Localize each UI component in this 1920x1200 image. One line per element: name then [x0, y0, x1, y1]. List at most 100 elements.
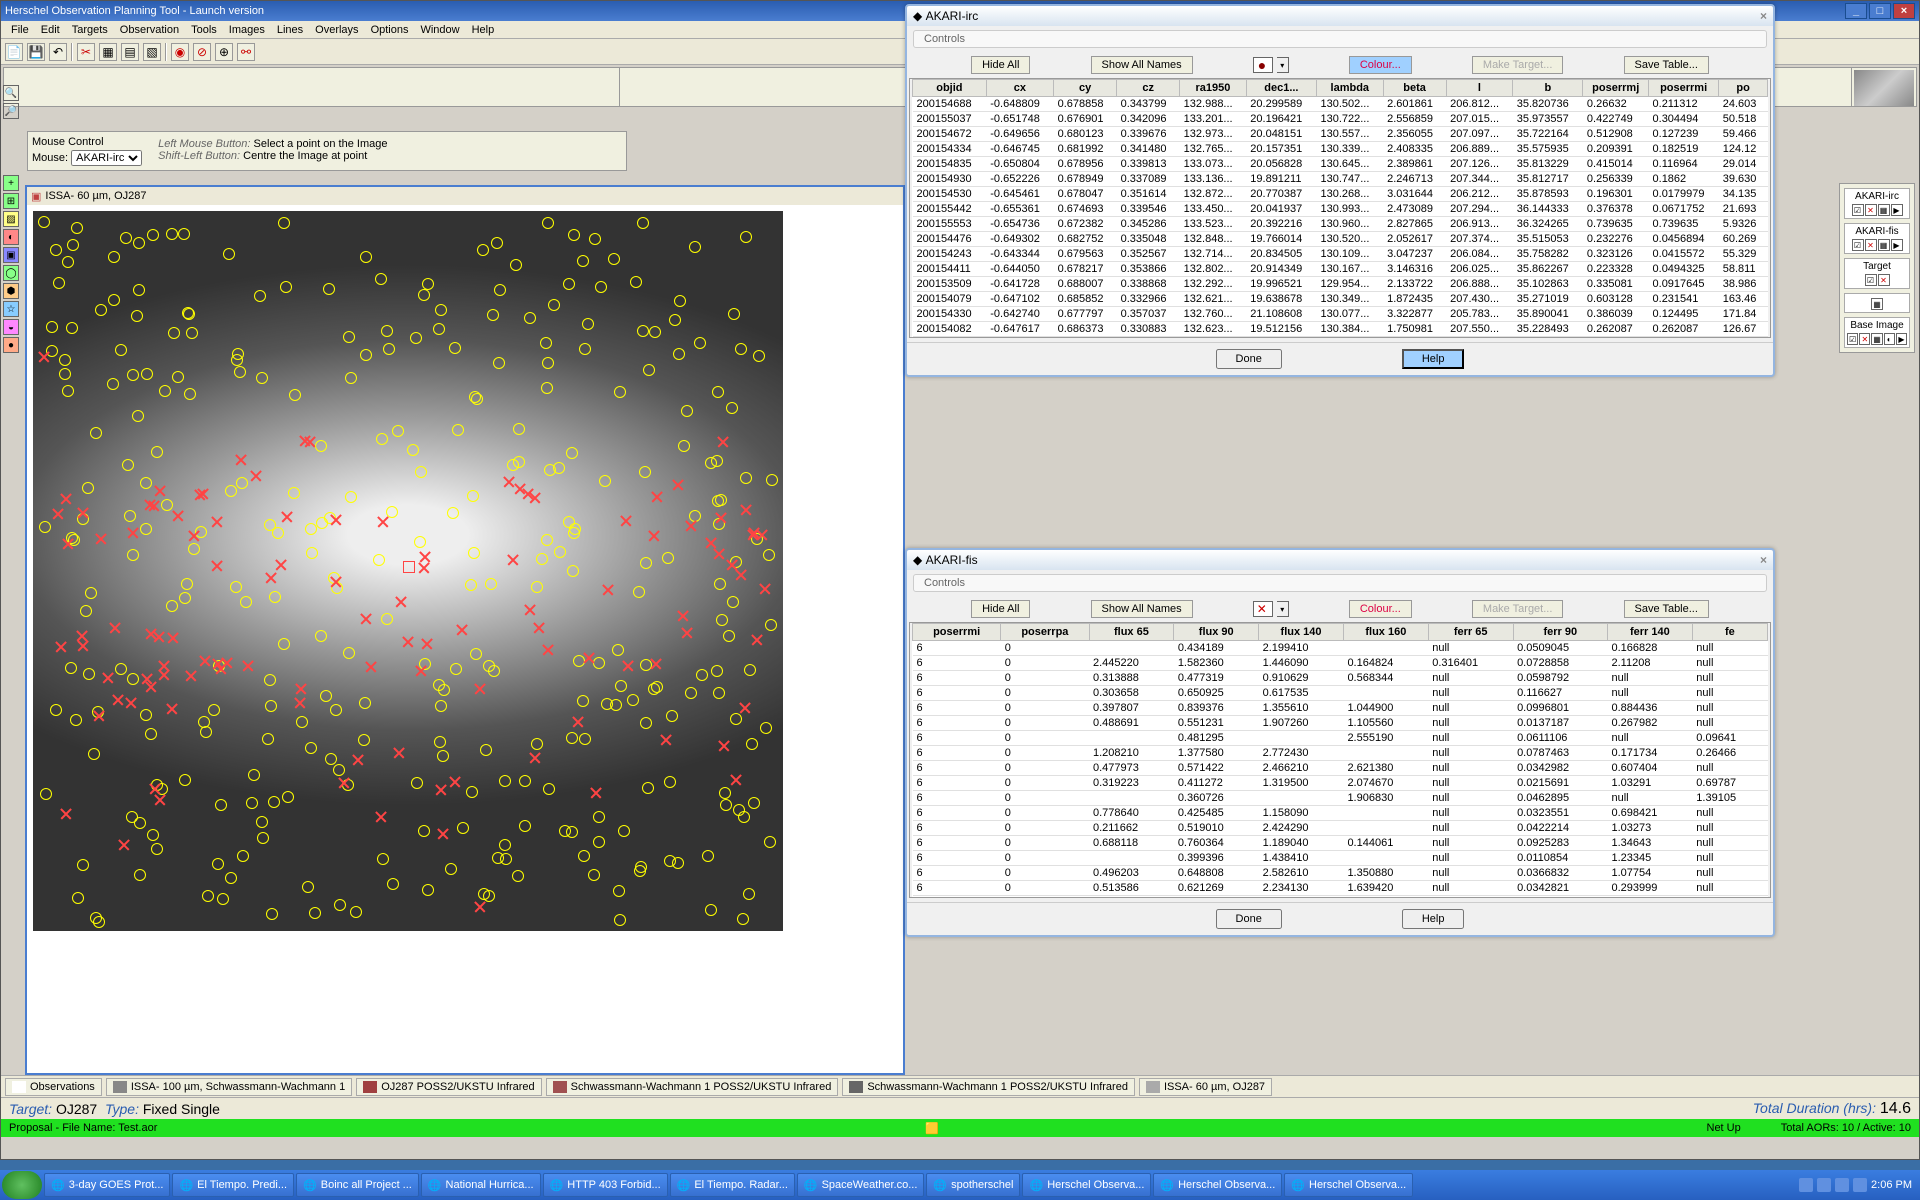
- source-marker[interactable]: [115, 663, 127, 675]
- table-row[interactable]: 200154530-0.6454610.6780470.351614132.87…: [913, 187, 1768, 202]
- menu-help[interactable]: Help: [466, 24, 501, 36]
- fis-done-button[interactable]: Done: [1216, 909, 1282, 929]
- save-table-button[interactable]: Save Table...: [1624, 56, 1709, 74]
- task-item-1[interactable]: 🌐El Tiempo. Predi...: [172, 1173, 294, 1197]
- tab-5[interactable]: ISSA- 60 µm, OJ287: [1139, 1078, 1272, 1096]
- source-marker[interactable]: [264, 674, 276, 686]
- source-marker[interactable]: [702, 850, 714, 862]
- source-marker[interactable]: [593, 811, 605, 823]
- target-icon[interactable]: ◉: [171, 43, 189, 61]
- source-marker[interactable]: [147, 229, 159, 241]
- source-marker[interactable]: [633, 586, 645, 598]
- source-marker[interactable]: [512, 870, 524, 882]
- table-row[interactable]: 601.2082101.3775802.772430null0.07874630…: [913, 746, 1768, 761]
- source-x-marker[interactable]: [418, 562, 430, 574]
- table-row[interactable]: 602.4452201.5823601.4460900.1648240.3164…: [913, 656, 1768, 671]
- source-x-marker[interactable]: [154, 485, 166, 497]
- source-x-marker[interactable]: [167, 632, 179, 644]
- source-marker[interactable]: [343, 331, 355, 343]
- source-marker[interactable]: [519, 775, 531, 787]
- source-marker[interactable]: [599, 475, 611, 487]
- source-x-marker[interactable]: [620, 515, 632, 527]
- source-marker[interactable]: [740, 231, 752, 243]
- source-x-marker[interactable]: [199, 655, 211, 667]
- source-x-marker[interactable]: [118, 839, 130, 851]
- table-row[interactable]: 600.5135860.6212692.2341301.639420null0.…: [913, 881, 1768, 896]
- source-marker[interactable]: [760, 722, 772, 734]
- source-x-marker[interactable]: [215, 663, 227, 675]
- source-marker[interactable]: [743, 888, 755, 900]
- table-row[interactable]: 200154930-0.6522260.6789490.337089133.13…: [913, 172, 1768, 187]
- source-marker[interactable]: [637, 217, 649, 229]
- source-x-marker[interactable]: [449, 776, 461, 788]
- fis-colour-button[interactable]: Colour...: [1349, 600, 1412, 618]
- source-x-marker[interactable]: [740, 504, 752, 516]
- source-marker[interactable]: [188, 543, 200, 555]
- col-cx[interactable]: cx: [986, 80, 1053, 97]
- source-marker[interactable]: [127, 369, 139, 381]
- source-marker[interactable]: [469, 391, 481, 403]
- source-x-marker[interactable]: [188, 530, 200, 542]
- table-row[interactable]: 200155037-0.6517480.6769010.342096133.20…: [913, 112, 1768, 127]
- source-marker[interactable]: [467, 490, 479, 502]
- make-target-button[interactable]: Make Target...: [1472, 56, 1564, 74]
- task-item-2[interactable]: 🌐Boinc all Project ...: [296, 1173, 419, 1197]
- source-x-marker[interactable]: [685, 520, 697, 532]
- source-x-marker[interactable]: [52, 508, 64, 520]
- source-marker[interactable]: [642, 782, 654, 794]
- source-x-marker[interactable]: [529, 752, 541, 764]
- source-x-marker[interactable]: [295, 683, 307, 695]
- source-x-marker[interactable]: [726, 559, 738, 571]
- source-marker[interactable]: [360, 251, 372, 263]
- source-marker[interactable]: [140, 477, 152, 489]
- source-marker[interactable]: [296, 716, 308, 728]
- source-marker[interactable]: [254, 290, 266, 302]
- source-marker[interactable]: [531, 738, 543, 750]
- source-marker[interactable]: [246, 797, 258, 809]
- source-marker[interactable]: [713, 687, 725, 699]
- source-marker[interactable]: [643, 364, 655, 376]
- source-marker[interactable]: [418, 289, 430, 301]
- source-marker[interactable]: [71, 222, 83, 234]
- source-marker[interactable]: [748, 797, 760, 809]
- source-marker[interactable]: [487, 309, 499, 321]
- source-x-marker[interactable]: [583, 652, 595, 664]
- source-marker[interactable]: [740, 472, 752, 484]
- source-x-marker[interactable]: [250, 470, 262, 482]
- source-marker[interactable]: [95, 304, 107, 316]
- source-x-marker[interactable]: [338, 777, 350, 789]
- col-dec1[interactable]: dec1...: [1246, 80, 1316, 97]
- source-x-marker[interactable]: [730, 774, 742, 786]
- fis-marker-swatch[interactable]: ✕: [1253, 601, 1273, 617]
- col-poserrmj[interactable]: poserrmj: [1583, 80, 1649, 97]
- table-row[interactable]: 600.6485471.0019201.6720300.851465null0.…: [913, 896, 1768, 899]
- source-x-marker[interactable]: [474, 683, 486, 695]
- source-x-marker[interactable]: [141, 673, 153, 685]
- menu-file[interactable]: File: [5, 24, 35, 36]
- col-poserrmi[interactable]: poserrmi: [913, 624, 1001, 641]
- link-icon[interactable]: ⚯: [237, 43, 255, 61]
- source-marker[interactable]: [536, 553, 548, 565]
- source-marker[interactable]: [282, 791, 294, 803]
- source-marker[interactable]: [483, 660, 495, 672]
- source-marker[interactable]: [566, 447, 578, 459]
- source-marker[interactable]: [510, 259, 522, 271]
- source-marker[interactable]: [305, 742, 317, 754]
- task-item-10[interactable]: 🌐Herschel Observa...: [1284, 1173, 1413, 1197]
- source-marker[interactable]: [559, 825, 571, 837]
- source-marker[interactable]: [373, 554, 385, 566]
- col-beta[interactable]: beta: [1383, 80, 1446, 97]
- irc-help-button[interactable]: Help: [1402, 349, 1465, 369]
- source-marker[interactable]: [673, 348, 685, 360]
- source-marker[interactable]: [450, 663, 462, 675]
- source-marker[interactable]: [681, 405, 693, 417]
- source-marker[interactable]: [640, 557, 652, 569]
- source-marker[interactable]: [669, 314, 681, 326]
- source-x-marker[interactable]: [748, 527, 760, 539]
- source-marker[interactable]: [662, 552, 674, 564]
- source-marker[interactable]: [377, 853, 389, 865]
- source-marker[interactable]: [309, 907, 321, 919]
- side-tool-8[interactable]: ☆: [3, 301, 19, 317]
- source-marker[interactable]: [82, 482, 94, 494]
- source-marker[interactable]: [491, 237, 503, 249]
